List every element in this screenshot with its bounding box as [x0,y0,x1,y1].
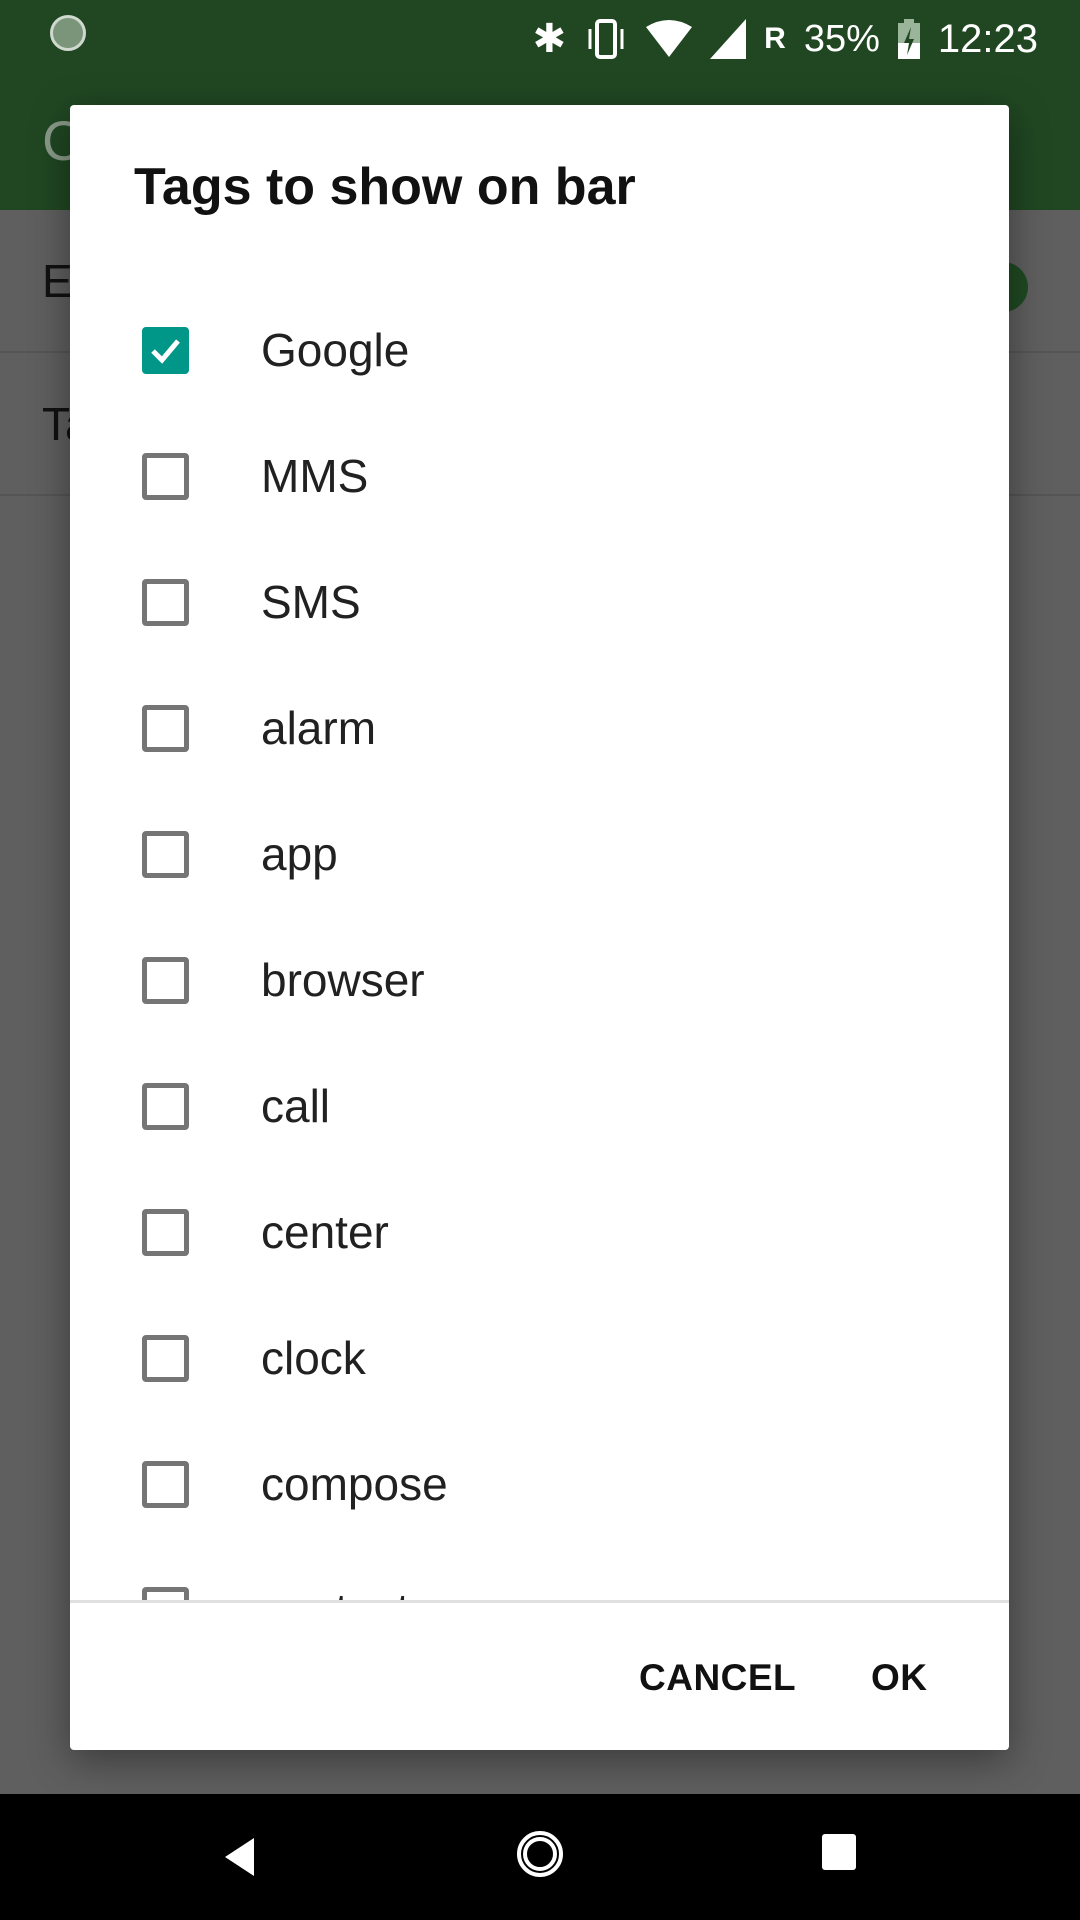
checkbox-unchecked[interactable] [142,1208,189,1256]
tag-label: compose [261,1458,448,1510]
wifi-icon [646,20,693,57]
tag-item[interactable]: browser [70,917,1009,1043]
tag-label: browser [261,954,425,1006]
tag-label: MMS [261,450,369,502]
checkbox-unchecked[interactable] [142,956,189,1004]
battery-percent: 35% [803,17,880,60]
tag-label: SMS [261,576,361,628]
checkbox-unchecked[interactable] [142,1334,189,1382]
sync-icon [50,15,86,51]
back-icon[interactable] [222,1836,258,1878]
divider [70,1600,1009,1603]
clock: 12:23 [937,16,1038,61]
recents-icon[interactable] [822,1834,856,1870]
checkbox-unchecked[interactable] [142,1082,189,1130]
tag-list[interactable]: Google MMS SMS alarm app browser call center clo… [70,287,1009,1600]
tag-item[interactable]: alarm [70,665,1009,791]
tag-label: contacts [261,1583,432,1600]
tag-label: app [261,828,338,880]
checkbox-unchecked[interactable] [142,578,189,626]
tag-label: center [261,1206,389,1258]
tag-item[interactable]: MMS [70,413,1009,539]
tag-item[interactable]: compose [70,1421,1009,1547]
tag-label: clock [261,1332,366,1384]
signal-icon [710,19,747,59]
network-indicator: R [764,22,786,55]
tag-item[interactable]: clock [70,1295,1009,1421]
checkmark-icon [151,338,180,364]
tag-item[interactable]: Google [70,287,1009,413]
tag-item[interactable]: center [70,1169,1009,1295]
checkbox-unchecked[interactable] [142,1586,189,1600]
tag-item[interactable]: call [70,1043,1009,1169]
nav-bar [0,1794,1080,1920]
tag-item[interactable]: contacts [70,1547,1009,1600]
checkbox-checked[interactable] [142,326,189,374]
tag-label: call [261,1080,331,1132]
checkbox-unchecked[interactable] [142,830,189,878]
tag-label: alarm [261,702,377,754]
dialog-title: Tags to show on bar [134,158,636,216]
bluetooth-icon: ✱ [532,17,567,61]
cancel-button[interactable]: CANCEL [639,1657,796,1699]
tag-label: Google [261,324,410,376]
vibrate-icon [588,19,624,59]
checkbox-unchecked[interactable] [142,704,189,752]
tag-item[interactable]: app [70,791,1009,917]
tags-dialog: Tags to show on bar Google MMS SMS alarm app… [70,105,1009,1750]
battery-charging-icon [897,19,920,59]
ok-button[interactable]: OK [871,1657,928,1699]
checkbox-unchecked[interactable] [142,452,189,500]
tag-item[interactable]: SMS [70,539,1009,665]
checkbox-unchecked[interactable] [142,1460,189,1508]
home-icon[interactable] [515,1829,565,1879]
status-bar: ✱ R 35% 12:23 [0,0,1080,78]
